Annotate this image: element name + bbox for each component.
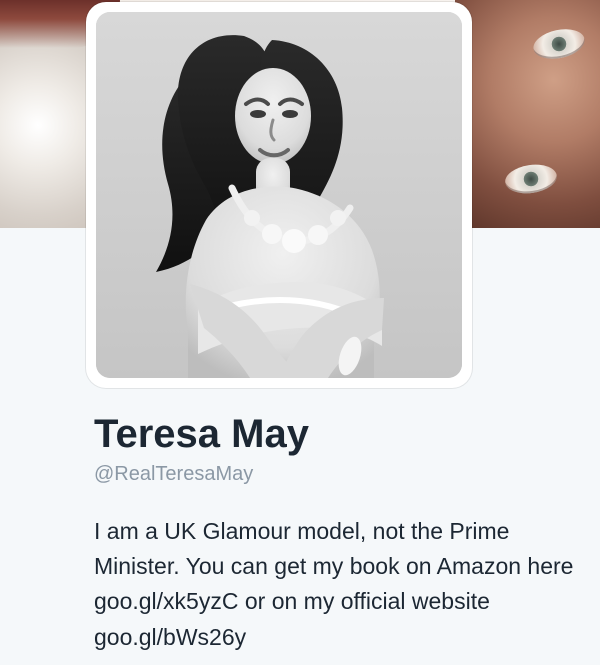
eye [282, 110, 298, 118]
profile-avatar-frame[interactable] [86, 2, 472, 388]
necklace-bead [308, 225, 328, 245]
profile-avatar[interactable] [96, 12, 462, 378]
bio-text-part: I am a UK Glamour model, not the Prime M… [94, 518, 574, 580]
necklace-bead [282, 229, 306, 253]
bio-link-amazon[interactable]: goo.gl/xk5yzC [94, 588, 238, 614]
profile-photo-illustration [96, 12, 462, 378]
profile-handle[interactable]: @RealTeresaMay [94, 462, 584, 486]
necklace-bead [244, 210, 260, 226]
eye [250, 110, 266, 118]
face-shape [235, 68, 311, 164]
bio-text-part: or on my official website [238, 588, 490, 615]
necklace-bead [330, 210, 346, 226]
display-name[interactable]: Teresa May [94, 412, 584, 456]
profile-bio: I am a UK Glamour model, not the Prime M… [94, 514, 574, 655]
profile-info: Teresa May @RealTeresaMay I am a UK Glam… [94, 412, 584, 655]
necklace-bead [262, 224, 282, 244]
bio-link-website[interactable]: goo.gl/bWs26y [94, 624, 246, 650]
